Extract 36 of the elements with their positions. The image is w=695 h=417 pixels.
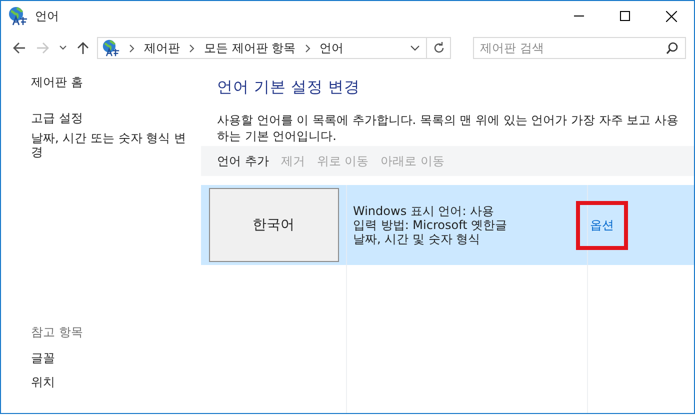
breadcrumb-item[interactable]: 모든 제어판 항목 (204, 40, 296, 56)
language-row[interactable]: 한국어 Windows 표시 언어: 사용 입력 방법: Microsoft 옛한글 날짜, 시간 및 숫자 형식 옵션 (201, 185, 694, 265)
see-also-link[interactable]: 위치 (31, 375, 55, 389)
window-title: 언어 (35, 8, 59, 24)
options-link[interactable]: 옵션 (576, 200, 628, 250)
page-description: 사용할 언어를 이 목록에 추가합니다. 목록의 맨 위에 있는 언어가 가장 자주 보고 사용하는 기본 언어입니다. (217, 112, 680, 144)
refresh-button[interactable] (427, 37, 451, 59)
language-detail: Windows 표시 언어: 사용 (353, 204, 496, 218)
close-icon (666, 10, 676, 22)
language-detail: 입력 방법: Microsoft 옛한글 (353, 218, 508, 232)
globe-icon (8, 6, 28, 26)
see-also-heading: 참고 항목 (31, 324, 84, 341)
sidebar-link[interactable]: 날짜, 시간 또는 숫자 형식 변경 (31, 131, 187, 159)
globe-icon (102, 39, 120, 57)
caret-icon (410, 45, 420, 51)
language-detail: 날짜, 시간 및 숫자 형식 (353, 232, 482, 246)
breadcrumb-item[interactable]: 언어 (320, 40, 344, 56)
arrow-icon (36, 42, 50, 54)
breadcrumb-item[interactable]: 제어판 (144, 40, 180, 56)
up-arrow-icon (77, 41, 89, 55)
caret-icon (59, 45, 67, 51)
arrow-icon (12, 42, 26, 54)
chevron-icon (189, 44, 195, 52)
sidebar-link[interactable]: 제어판 홈 (31, 75, 83, 89)
language-button[interactable]: 한국어 (208, 188, 338, 262)
refresh-icon (432, 42, 444, 54)
search-icon (666, 42, 678, 54)
address-bar[interactable]: 제어판 모든 제어판 항목 언어 (97, 37, 427, 59)
see-also-link[interactable]: 글꼴 (31, 351, 55, 365)
toolbar-button[interactable]: 언어 추가 (211, 150, 275, 172)
chevron-icon (304, 44, 311, 52)
maximize-icon (620, 11, 630, 21)
sidebar-link[interactable]: 고급 설정 (31, 111, 83, 125)
search-field[interactable]: 제어판 검색 (473, 37, 686, 59)
chevron-icon (129, 44, 135, 52)
page-heading: 언어 기본 설정 변경 (217, 77, 361, 98)
